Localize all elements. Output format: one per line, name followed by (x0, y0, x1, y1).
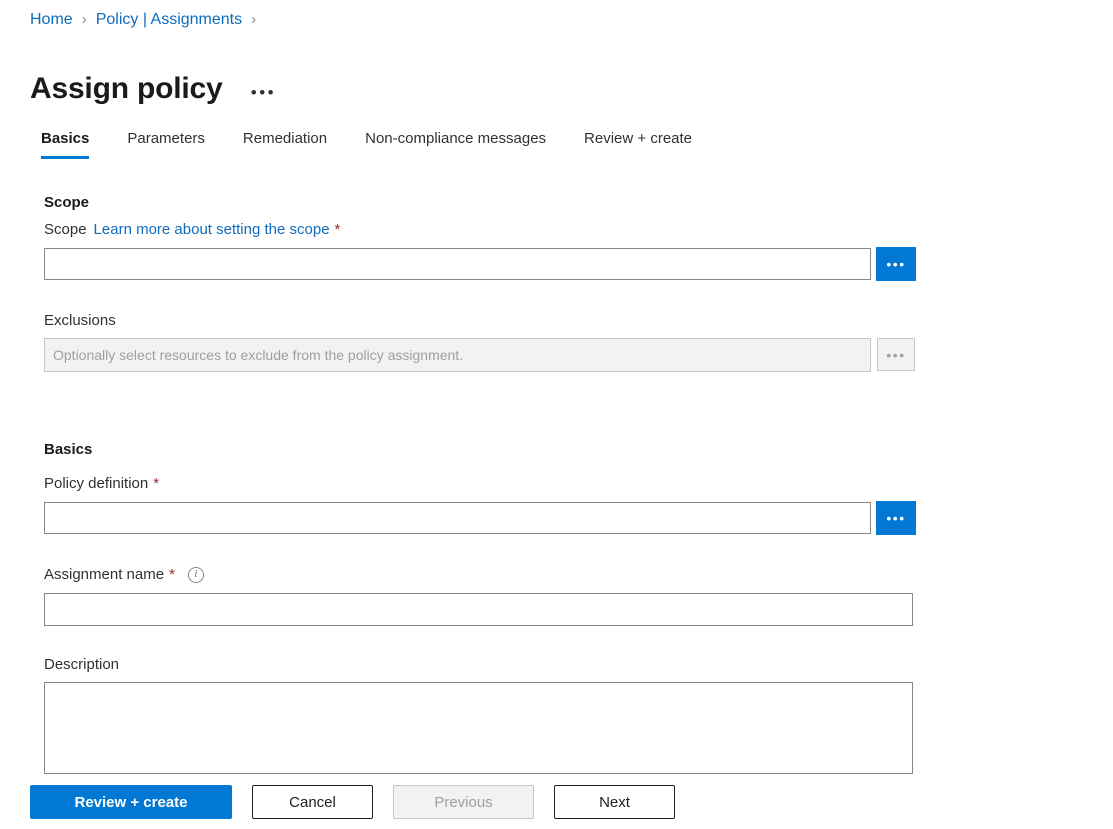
scope-input[interactable] (44, 248, 871, 280)
description-label-text: Description (44, 656, 119, 673)
info-icon[interactable]: i (188, 567, 204, 583)
more-menu-icon[interactable]: ••• (250, 82, 276, 104)
exclusions-label-text: Exclusions (44, 312, 116, 329)
assignment-name-label: Assignment name * i (44, 566, 204, 583)
breadcrumb-item-home[interactable]: Home (30, 9, 73, 31)
exclusions-label: Exclusions (44, 312, 116, 329)
scope-label: Scope Learn more about setting the scope… (44, 221, 340, 238)
page-title: Assign policy (30, 70, 222, 108)
policy-definition-label: Policy definition * (44, 475, 159, 492)
section-heading-basics: Basics (44, 441, 92, 458)
description-label: Description (44, 656, 119, 673)
assignment-name-label-text: Assignment name (44, 566, 164, 583)
tab-basics[interactable]: Basics (41, 126, 89, 159)
wizard-tabs: Basics Parameters Remediation Non-compli… (41, 126, 730, 159)
previous-button: Previous (393, 785, 534, 819)
scope-picker-button[interactable]: ••• (876, 247, 916, 281)
tab-review-create[interactable]: Review + create (584, 126, 692, 159)
tab-remediation[interactable]: Remediation (243, 126, 327, 159)
exclusions-input[interactable] (44, 338, 871, 372)
scope-learn-more-link[interactable]: Learn more about setting the scope (94, 221, 330, 238)
policy-definition-required-indicator: * (153, 475, 159, 492)
form-body: Scope Scope Learn more about setting the… (0, 180, 1113, 775)
next-button[interactable]: Next (554, 785, 675, 819)
cancel-button[interactable]: Cancel (252, 785, 373, 819)
assignment-name-required-indicator: * (169, 566, 175, 583)
chevron-right-icon: › (251, 9, 256, 31)
scope-label-text: Scope (44, 221, 87, 238)
breadcrumb: Home › Policy | Assignments › (30, 9, 265, 31)
section-heading-scope: Scope (44, 194, 89, 211)
assign-policy-blade: Home › Policy | Assignments › Assign pol… (0, 0, 1113, 829)
policy-definition-label-text: Policy definition (44, 475, 148, 492)
wizard-footer: Review + create Cancel Previous Next (0, 775, 1113, 829)
chevron-right-icon: › (82, 9, 87, 31)
policy-definition-input[interactable] (44, 502, 871, 534)
review-create-button[interactable]: Review + create (30, 785, 232, 819)
assignment-name-input[interactable] (44, 593, 913, 626)
tab-parameters[interactable]: Parameters (127, 126, 205, 159)
breadcrumb-item-policy-assignments[interactable]: Policy | Assignments (96, 9, 242, 31)
title-row: Assign policy ••• (30, 50, 276, 128)
policy-definition-picker-button[interactable]: ••• (876, 501, 916, 535)
description-textarea[interactable] (44, 682, 913, 774)
scope-required-indicator: * (335, 221, 341, 238)
exclusions-picker-button[interactable]: ••• (877, 338, 915, 371)
tab-non-compliance-messages[interactable]: Non-compliance messages (365, 126, 546, 159)
